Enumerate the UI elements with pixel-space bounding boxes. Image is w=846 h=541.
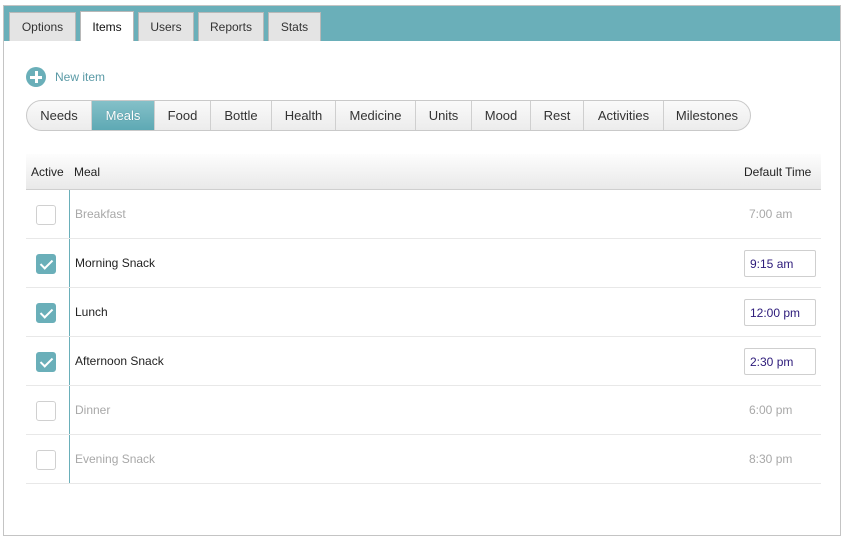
tab-users[interactable]: Users [138,12,194,41]
category-bottle[interactable]: Bottle [211,101,272,130]
settings-panel: Options Items Users Reports Stats New it… [3,5,841,536]
category-mood[interactable]: Mood [472,101,531,130]
tab-stats[interactable]: Stats [268,12,321,41]
table-row: Lunch 12:00 pm [26,288,821,337]
category-medicine[interactable]: Medicine [336,101,416,130]
default-time-input[interactable]: 2:30 pm [744,348,816,375]
default-time-text: 7:00 am [749,207,793,221]
active-checkbox[interactable] [36,352,56,372]
meal-name: Lunch [75,305,108,319]
active-checkbox[interactable] [36,254,56,274]
table-row: Evening Snack 8:30 pm [26,435,821,484]
category-units[interactable]: Units [416,101,472,130]
meal-name: Dinner [75,403,111,417]
column-header-meal: Meal [74,165,101,179]
default-time-input[interactable]: 12:00 pm [744,299,816,326]
active-checkbox[interactable] [36,303,56,323]
table-row: Breakfast 7:00 am [26,190,821,239]
category-needs[interactable]: Needs [27,101,92,130]
tab-options[interactable]: Options [9,12,76,41]
column-header-default-time: Default Time [744,165,812,179]
top-tab-bar: Options Items Users Reports Stats [4,6,840,41]
category-rest[interactable]: Rest [531,101,584,130]
category-meals[interactable]: Meals [92,101,155,130]
new-item-label[interactable]: New item [55,70,105,84]
category-food[interactable]: Food [155,101,211,130]
meal-name: Morning Snack [75,256,156,270]
category-selector: Needs Meals Food Bottle Health Medicine … [26,100,751,131]
default-time-text: 8:30 pm [749,452,793,466]
active-checkbox[interactable] [36,450,56,470]
table-row: Dinner 6:00 pm [26,386,821,435]
category-activities[interactable]: Activities [584,101,664,130]
default-time-text: 6:00 pm [749,403,793,417]
meal-name: Afternoon Snack [75,354,164,368]
new-item-button[interactable]: New item [26,67,105,87]
active-checkbox[interactable] [36,401,56,421]
active-checkbox[interactable] [36,205,56,225]
meal-name: Evening Snack [75,452,156,466]
meal-name: Breakfast [75,207,126,221]
table-row: Afternoon Snack 2:30 pm [26,337,821,386]
plus-circle-icon[interactable] [26,67,46,87]
category-milestones[interactable]: Milestones [664,101,750,130]
table-header: Active Meal Default Time [26,154,821,190]
default-time-input[interactable]: 9:15 am [744,250,816,277]
table-row: Morning Snack 9:15 am [26,239,821,288]
column-header-active: Active [31,165,64,179]
category-health[interactable]: Health [272,101,336,130]
tab-items[interactable]: Items [80,11,134,41]
tab-reports[interactable]: Reports [198,12,264,41]
